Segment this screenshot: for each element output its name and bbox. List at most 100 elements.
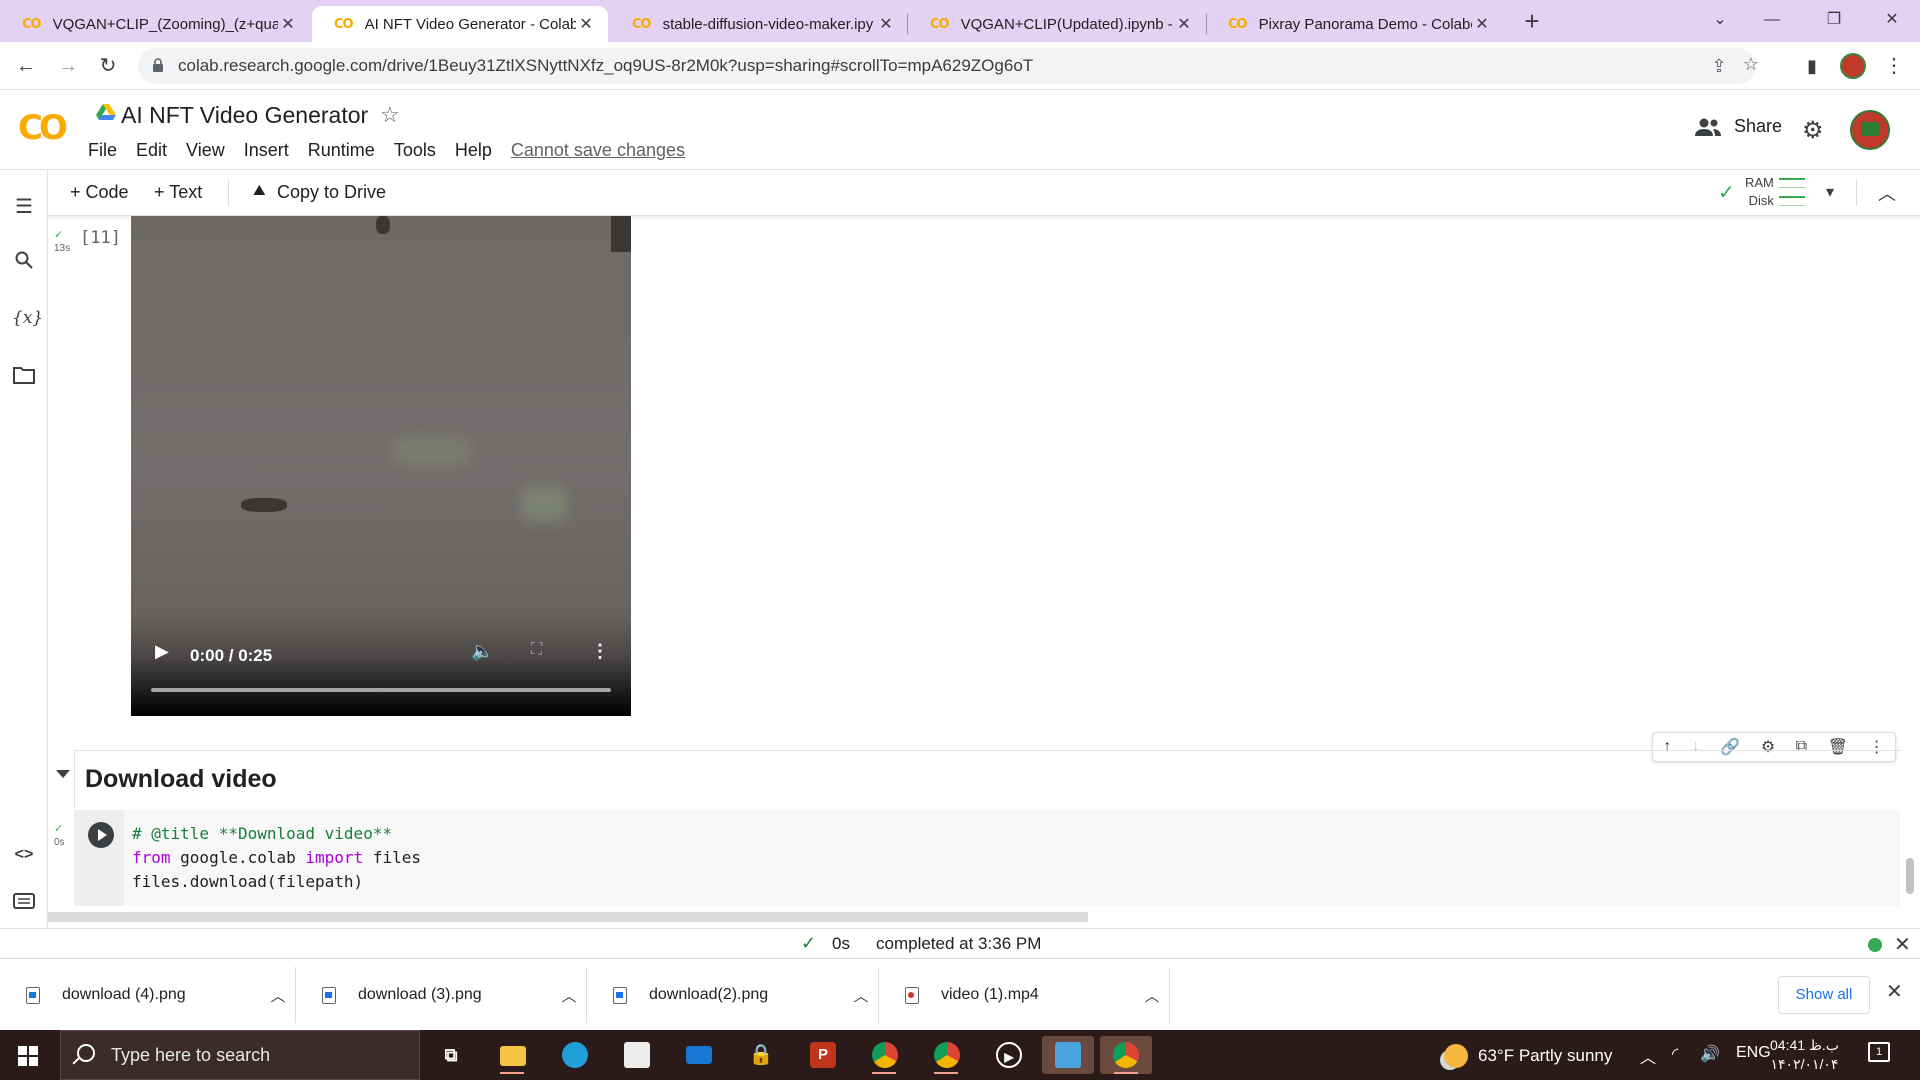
mail-icon[interactable] — [678, 1036, 718, 1074]
task-view-icon[interactable]: ⧉ — [430, 1036, 470, 1074]
taskbar-search-placeholder: Type here to search — [111, 1045, 271, 1065]
new-tab-button[interactable]: + — [1516, 6, 1548, 38]
side-panel-icon[interactable]: ▮ — [1796, 50, 1828, 82]
text-cell[interactable] — [74, 750, 1900, 808]
taskbar-clock[interactable]: 04:41 ب.ظ ۱۴۰۲/۰۱/۰۴ — [1770, 1036, 1839, 1074]
files-folder-icon[interactable] — [12, 366, 36, 390]
colab-favicon-icon: CO — [22, 16, 42, 32]
runtime-dropdown-icon[interactable]: ▾ — [1826, 182, 1834, 202]
video-options-icon[interactable]: ⋮ — [591, 641, 609, 662]
share-page-icon[interactable]: ⇪ — [1708, 56, 1730, 76]
menu-insert[interactable]: Insert — [244, 140, 289, 161]
photos-icon[interactable] — [1042, 1036, 1094, 1074]
address-bar[interactable]: colab.research.google.com/drive/1Beuy31Z… — [138, 48, 1759, 84]
tray-chevron-icon[interactable]: ︿ — [1640, 1044, 1656, 1068]
bookmark-star-icon[interactable]: ☆ — [1740, 54, 1762, 74]
browser-tab-active[interactable]: CO AI NFT Video Generator - Colabo ✕ — [312, 6, 608, 42]
close-shelf-icon[interactable]: ✕ — [1886, 979, 1903, 1004]
tab-close-icon[interactable]: ✕ — [278, 14, 298, 34]
command-palette-icon[interactable] — [12, 892, 36, 916]
download-filename: download(2).png — [649, 986, 769, 1003]
menu-help[interactable]: Help — [455, 140, 492, 161]
download-item[interactable]: download (4).png ︿ — [0, 967, 296, 1023]
notification-center-icon[interactable]: 1 — [1868, 1042, 1890, 1062]
code-snippets-icon[interactable]: <> — [12, 846, 36, 870]
user-avatar[interactable] — [1850, 110, 1890, 150]
close-window-button[interactable]: ✕ — [1862, 0, 1920, 42]
reload-icon[interactable]: ↻ — [92, 50, 124, 82]
tab-close-icon[interactable]: ✕ — [1174, 14, 1194, 34]
fullscreen-icon[interactable]: ⛶ — [531, 641, 542, 659]
browser-tab[interactable]: CO VQGAN+CLIP(Updated).ipynb - C ✕ — [908, 6, 1206, 42]
video-player[interactable]: ▶ 0:00 / 0:25 🔈 ⛶ ⋮ — [131, 216, 631, 716]
taskbar-search-box[interactable]: Type here to search — [60, 1030, 420, 1080]
video-progress-bar[interactable] — [151, 688, 611, 692]
section-collapse-icon[interactable] — [56, 770, 70, 778]
menu-edit[interactable]: Edit — [136, 140, 167, 161]
show-all-downloads-button[interactable]: Show all — [1778, 976, 1870, 1014]
lock-app-icon[interactable]: 🔒 — [740, 1036, 780, 1074]
tab-close-icon[interactable]: ✕ — [576, 14, 596, 34]
search-icon[interactable] — [12, 250, 36, 274]
code-token: # @title **Download video** — [132, 824, 393, 843]
browser-tab[interactable]: CO VQGAN+CLIP_(Zooming)_(z+qua ✕ — [0, 6, 310, 42]
collapse-header-icon[interactable]: ︿ — [1878, 180, 1896, 206]
table-of-contents-icon[interactable]: ☰ — [12, 194, 36, 218]
menu-tools[interactable]: Tools — [394, 140, 436, 161]
menu-view[interactable]: View — [186, 140, 225, 161]
chrome-profile-icon[interactable] — [926, 1036, 966, 1074]
code-editor[interactable]: # @title **Download video** from google.c… — [132, 822, 421, 894]
windows-start-icon[interactable] — [18, 1046, 38, 1066]
browser-tab[interactable]: CO Pixray Panorama Demo - Colabo ✕ — [1206, 6, 1504, 42]
language-indicator[interactable]: ENG — [1736, 1044, 1771, 1062]
notebook-title[interactable]: AI NFT Video Generator — [121, 102, 368, 129]
tab-search-chevron-icon[interactable]: ⌄ — [1690, 0, 1750, 42]
add-text-button[interactable]: + Text — [154, 182, 202, 203]
download-item[interactable]: video (1).mp4 ︿ — [879, 967, 1170, 1023]
file-explorer-icon[interactable] — [492, 1036, 532, 1074]
menu-file[interactable]: File — [88, 140, 117, 161]
volume-icon[interactable]: 🔈 — [471, 641, 493, 662]
cannot-save-link[interactable]: Cannot save changes — [511, 140, 685, 161]
restore-button[interactable]: ❐ — [1804, 0, 1864, 42]
add-code-button[interactable]: + Code — [70, 182, 129, 203]
browser-profile-avatar[interactable] — [1840, 53, 1866, 79]
settings-gear-icon[interactable]: ⚙ — [1802, 116, 1824, 145]
close-status-icon[interactable]: ✕ — [1894, 932, 1911, 957]
download-item[interactable]: download(2).png ︿ — [587, 967, 879, 1023]
star-notebook-icon[interactable]: ☆ — [380, 102, 400, 128]
media-player-icon[interactable]: ▶ — [988, 1036, 1028, 1074]
run-cell-button[interactable] — [88, 822, 114, 848]
variables-icon[interactable]: {x} — [12, 308, 43, 332]
download-filename: download (3).png — [358, 986, 482, 1003]
download-options-chevron-icon[interactable]: ︿ — [552, 985, 586, 1006]
weather-widget[interactable]: 63°F Partly sunny — [1444, 1044, 1612, 1068]
edge-browser-icon[interactable] — [554, 1036, 594, 1074]
play-icon[interactable]: ▶ — [155, 641, 169, 662]
forward-arrow-icon[interactable]: → — [52, 50, 84, 82]
resource-monitor[interactable]: RAM Disk — [1745, 174, 1774, 210]
speaker-icon[interactable]: 🔊 — [1700, 1044, 1720, 1064]
back-arrow-icon[interactable]: ← — [10, 50, 42, 82]
chrome-icon[interactable] — [864, 1036, 904, 1074]
download-options-chevron-icon[interactable]: ︿ — [844, 985, 878, 1006]
download-options-chevron-icon[interactable]: ︿ — [261, 985, 295, 1006]
download-options-chevron-icon[interactable]: ︿ — [1135, 985, 1169, 1006]
browser-menu-icon[interactable]: ⋮ — [1878, 50, 1910, 82]
copy-to-drive-button[interactable]: Copy to Drive — [277, 182, 386, 203]
menu-runtime[interactable]: Runtime — [308, 140, 375, 161]
wifi-icon[interactable]: ◜ — [1672, 1044, 1678, 1064]
tab-close-icon[interactable]: ✕ — [1472, 14, 1492, 34]
store-icon[interactable] — [616, 1036, 656, 1074]
powerpoint-style-icon[interactable]: P — [802, 1036, 842, 1074]
tab-close-icon[interactable]: ✕ — [876, 14, 896, 34]
vertical-scrollbar[interactable] — [1906, 858, 1914, 894]
browser-tab[interactable]: CO stable-diffusion-video-maker.ipy ✕ — [610, 6, 908, 42]
download-shelf: download (4).png ︿ download (3).png ︿ do… — [0, 958, 1920, 1030]
share-button[interactable]: Share — [1694, 116, 1782, 137]
colab-logo[interactable]: CO — [18, 108, 68, 148]
minimize-button[interactable]: — — [1742, 0, 1802, 42]
horizontal-scrollbar[interactable] — [48, 912, 1088, 922]
chrome-active-icon[interactable] — [1100, 1036, 1152, 1074]
download-item[interactable]: download (3).png ︿ — [296, 967, 587, 1023]
